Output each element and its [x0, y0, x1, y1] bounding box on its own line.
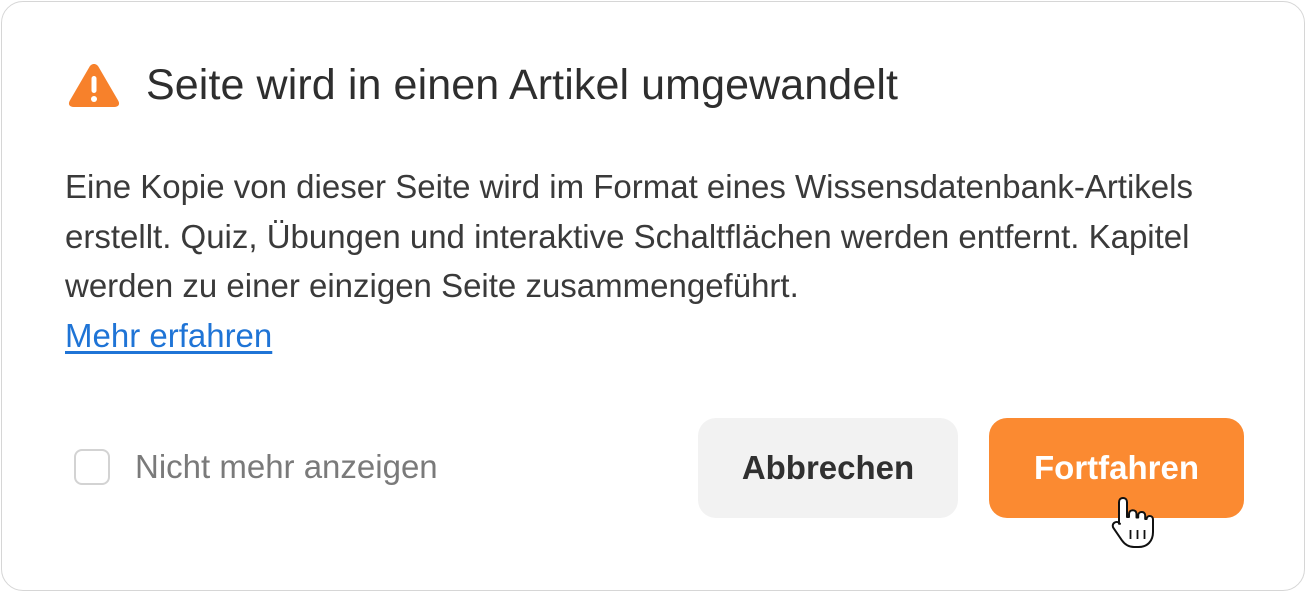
cancel-button[interactable]: Abbrechen — [698, 418, 958, 518]
dialog-body: Eine Kopie von dieser Seite wird im Form… — [65, 162, 1235, 360]
learn-more-link[interactable]: Mehr erfahren — [65, 317, 272, 354]
hand-pointer-icon — [1111, 497, 1154, 548]
dialog-title: Seite wird in einen Artikel umgewandelt — [146, 60, 899, 109]
warning-triangle-icon — [68, 64, 120, 107]
dont-show-again-label[interactable]: Nicht mehr anzeigen — [135, 448, 438, 486]
dialog-header: Seite wird in einen Artikel umgewandelt — [67, 57, 898, 113]
dialog-description: Eine Kopie von dieser Seite wird im Form… — [65, 168, 1193, 304]
dont-show-again-row[interactable]: Nicht mehr anzeigen — [74, 444, 438, 490]
dont-show-again-checkbox[interactable] — [74, 449, 110, 485]
